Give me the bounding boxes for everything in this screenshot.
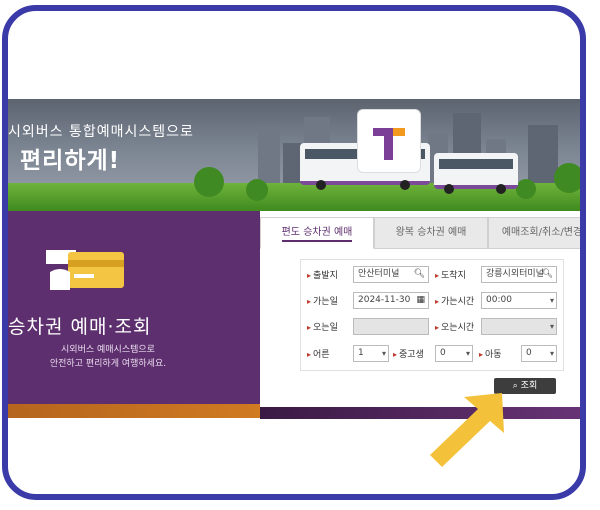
booking-form: 출발지 안산터미널 🔍︎ 도착지 강릉시외터미널 🔍︎ 가는일 2024-11-… [300,259,564,371]
tab-round-trip[interactable]: 왕복 승차권 예매 [374,217,488,249]
chevron-down-icon: ▾ [549,349,554,358]
chevron-down-icon: ▾ [549,296,554,305]
tree [246,179,268,201]
child-label: 아동 [479,347,502,360]
panel-title: 승차권 예매·조회 [8,316,152,338]
arrival-label: 도착지 [435,268,466,281]
card-payment-icon [46,244,128,296]
chevron-down-icon: ▾ [549,322,554,331]
return-time-select[interactable]: ▾ [481,318,557,335]
return-date-input[interactable] [353,318,429,335]
search-button-label: 조회 [520,381,538,391]
go-date-label: 가는일 [307,294,338,307]
tree [194,167,224,197]
go-date-input[interactable]: 2024-11-30 ▦ [353,292,429,309]
return-date-label: 오는일 [307,320,338,333]
adult-label: 어른 [307,347,330,360]
search-icon[interactable]: 🔍︎ [414,267,425,282]
tab-label: 편도 승차권 예매 [281,227,353,242]
student-count-select[interactable]: 0 ▾ [435,345,473,362]
student-label: 중고생 [393,347,424,360]
departure-value: 안산터미널 [358,269,400,279]
tmoney-logo [357,109,421,173]
pointer-arrow-icon [424,389,514,473]
go-date-value: 2024-11-30 [358,295,411,305]
booking-intro-panel: 승차권 예매·조회 시외버스 예매시스템으로 안전하고 편리하게 여행하세요. [8,211,270,416]
tree [516,179,536,199]
screenshot-frame: 시외버스 통합예매시스템으로 편리하게! 승차권 예매·조회 시외버스 예매시스… [2,5,586,500]
departure-input[interactable]: 안산터미널 🔍︎ [353,266,429,283]
footer-bar [260,407,580,419]
accent-bar [8,404,260,418]
booking-tabs: 편도 승차권 예매 왕복 승차권 예매 예매조회/취소/변경 [260,217,583,249]
tab-reservation-lookup[interactable]: 예매조회/취소/변경 [488,217,583,249]
go-time-select[interactable]: 00:00 ▾ [481,292,557,309]
child-count-select[interactable]: 0 ▾ [521,345,557,362]
tree [554,163,580,193]
calendar-icon[interactable]: ▦ [416,293,425,308]
arrival-input[interactable]: 강릉시외터미널 🔍︎ [481,266,557,283]
return-time-label: 오는시간 [435,320,474,333]
bus-illustration [434,153,518,194]
arrival-value: 강릉시외터미널 [486,269,544,279]
adult-count-select[interactable]: 1 ▾ [353,345,389,362]
search-icon[interactable]: 🔍︎ [542,267,553,282]
tab-label: 예매조회/취소/변경 [501,227,583,238]
go-time-label: 가는시간 [435,294,474,307]
child-count-value: 0 [526,348,532,358]
chevron-down-icon: ▾ [465,349,470,358]
tab-label: 왕복 승차권 예매 [395,227,467,238]
hero-banner: 시외버스 통합예매시스템으로 편리하게! [8,99,580,211]
adult-count-value: 1 [358,348,364,358]
chevron-down-icon: ▾ [381,349,386,358]
hero-subtitle: 편리하게! [20,148,121,174]
go-time-value: 00:00 [486,295,512,305]
student-count-value: 0 [440,348,446,358]
departure-label: 출발지 [307,268,338,281]
booking-form-panel: 편도 승차권 예매 왕복 승차권 예매 예매조회/취소/변경 출발지 안산터미널… [260,211,583,416]
panel-description: 시외버스 예매시스템으로 [61,345,155,355]
hero-title: 시외버스 통합예매시스템으로 [8,124,194,140]
panel-description: 안전하고 편리하게 여행하세요. [49,359,167,369]
tab-one-way[interactable]: 편도 승차권 예매 [260,217,374,249]
